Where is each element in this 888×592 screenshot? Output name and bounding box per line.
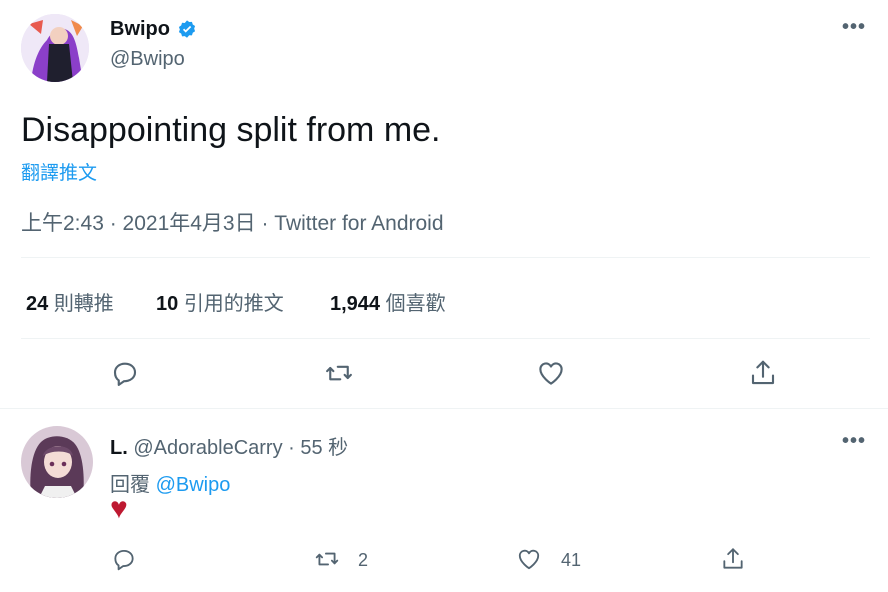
quotes-stat[interactable]: 10 引用的推文 (156, 287, 284, 316)
replying-to-handle[interactable]: @Bwipo (156, 474, 231, 496)
reply-reply-icon[interactable] (110, 545, 138, 573)
quotes-label: 引用的推文 (183, 293, 284, 315)
avatar-image (21, 14, 89, 82)
likes-label: 個喜歡 (385, 293, 446, 315)
reply-more-options-icon[interactable]: ••• (842, 430, 866, 453)
verified-badge-icon (176, 19, 198, 41)
reply-heart-emoji: ♥ (110, 492, 128, 525)
avatar-image (21, 426, 93, 498)
quotes-count: 10 (156, 293, 179, 315)
divider (21, 257, 870, 258)
reply-author-name[interactable]: L. (110, 437, 128, 459)
reply-icon[interactable] (108, 356, 142, 390)
reply-like-icon[interactable] (514, 545, 544, 573)
like-icon[interactable] (534, 356, 568, 390)
retweet-icon[interactable] (322, 356, 356, 390)
author-name[interactable]: Bwipo (110, 18, 170, 41)
reply-timestamp[interactable]: · 55 秒 (288, 437, 348, 459)
reply-author-handle[interactable]: @AdorableCarry (133, 437, 282, 459)
reply-retweet-count: 2 (358, 550, 369, 570)
divider (21, 338, 870, 339)
share-icon[interactable] (746, 356, 780, 390)
retweets-count: 24 (26, 293, 49, 315)
likes-stat[interactable]: 1,944 個喜歡 (330, 287, 446, 316)
reply-share-icon[interactable] (718, 545, 748, 573)
retweets-stat[interactable]: 24 則轉推 (26, 287, 114, 316)
reply-retweet-icon[interactable] (312, 545, 342, 573)
more-options-icon[interactable]: ••• (842, 16, 866, 39)
tweet-meta: 上午2:43 · 2021年4月3日 · Twitter for Android (21, 212, 444, 235)
author-avatar[interactable] (21, 14, 89, 82)
reply-like-count: 41 (561, 550, 582, 570)
tweet-text: Disappointing split from me. (21, 111, 441, 149)
reply-author-avatar[interactable] (21, 426, 93, 498)
author-handle[interactable]: @Bwipo (110, 48, 185, 71)
likes-count: 1,944 (330, 293, 381, 315)
retweets-label: 則轉推 (53, 293, 114, 315)
divider (0, 408, 888, 409)
translate-tweet-link[interactable]: 翻譯推文 (21, 158, 97, 185)
